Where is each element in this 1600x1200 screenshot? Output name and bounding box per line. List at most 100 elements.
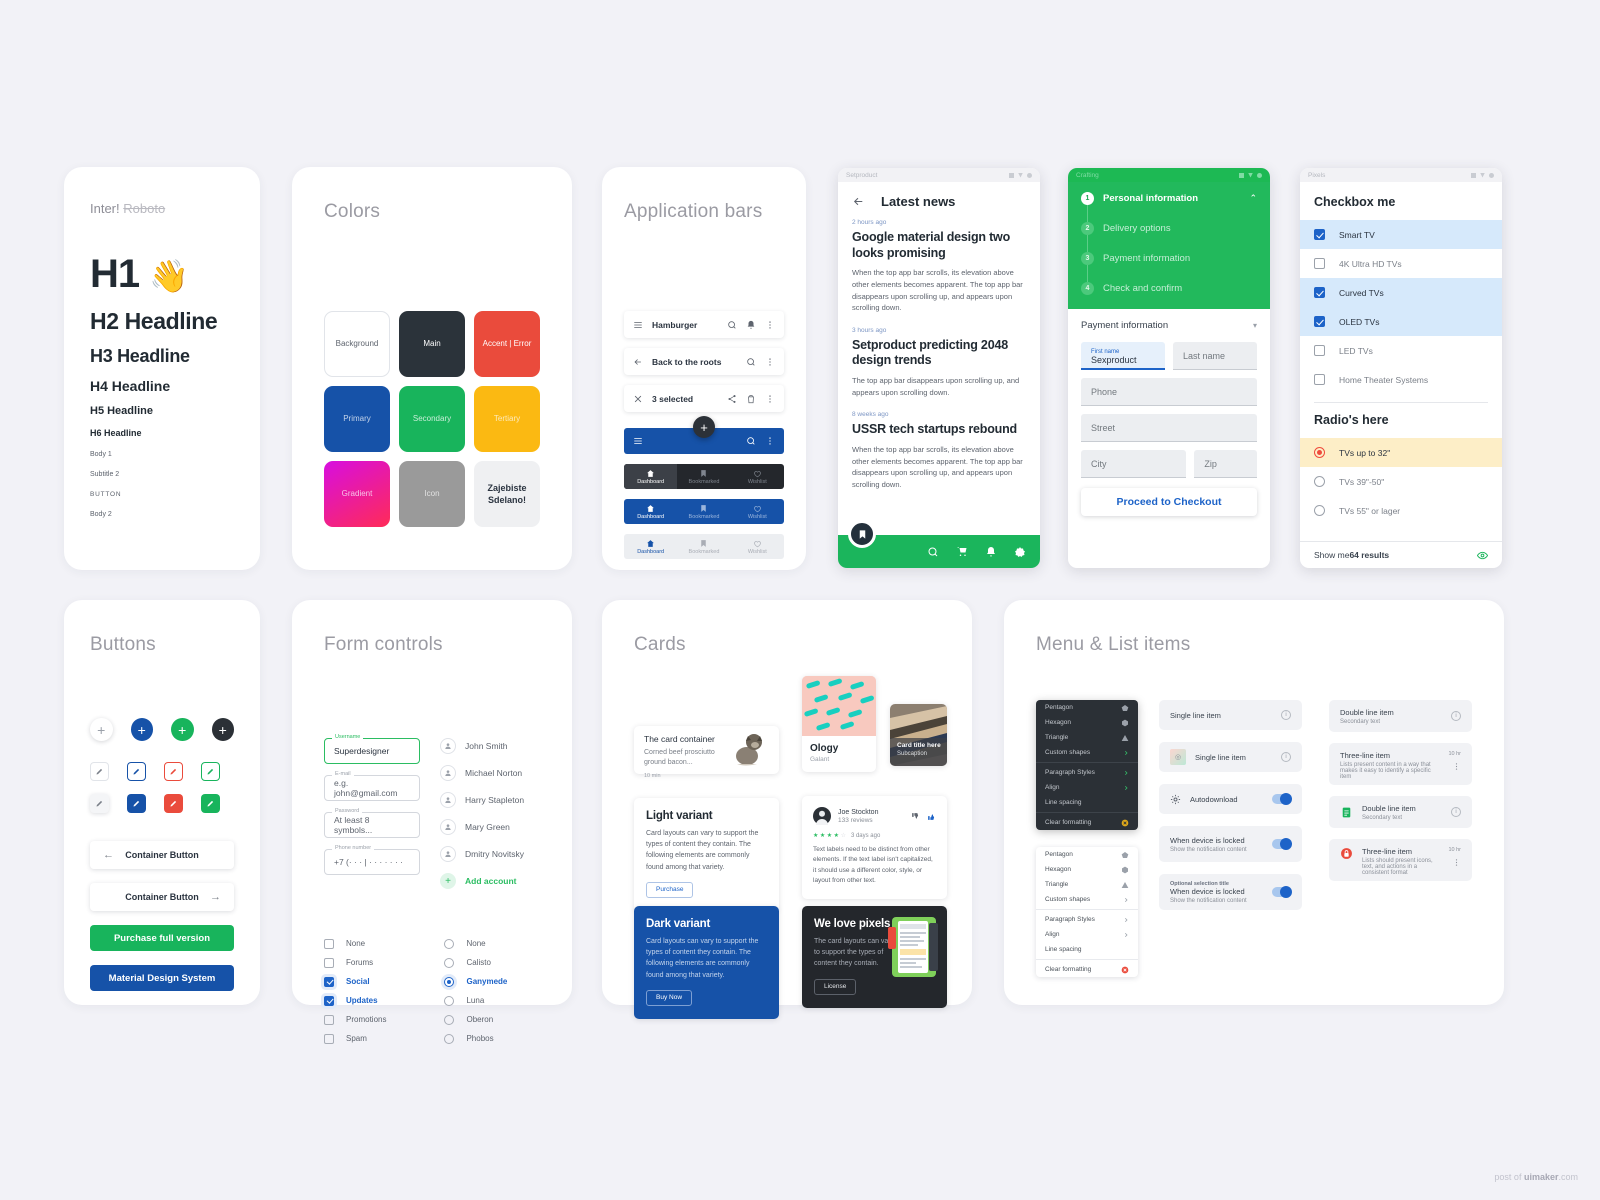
payment-section-header[interactable]: Payment information ▾ bbox=[1068, 309, 1270, 342]
search-icon[interactable] bbox=[727, 320, 737, 330]
radio-icon[interactable] bbox=[1314, 476, 1325, 487]
menu-item-pentagon[interactable]: Pentagon bbox=[1036, 847, 1138, 862]
radio-icon[interactable] bbox=[1314, 447, 1325, 458]
nav-item-bookmarked[interactable]: Bookmarked bbox=[677, 499, 730, 524]
chevron-up-icon[interactable]: ⌃ bbox=[1249, 193, 1257, 204]
checkbox-row-1[interactable]: 4K Ultra HD TVs bbox=[1300, 249, 1502, 278]
hamburger-icon[interactable] bbox=[633, 436, 643, 446]
color-swatch-2[interactable]: Accent | Error bbox=[474, 311, 540, 377]
close-icon[interactable] bbox=[1257, 172, 1262, 178]
color-swatch-8[interactable]: Zajebiste Sdelano! bbox=[474, 461, 540, 527]
list-item-0[interactable]: Single line item i bbox=[1159, 700, 1302, 730]
icon-button-filled-0[interactable] bbox=[90, 794, 109, 813]
nav-item-wishlist[interactable]: Wishlist bbox=[731, 464, 784, 489]
account-row-4[interactable]: Dmitry Novitsky bbox=[440, 846, 540, 862]
overflow-icon[interactable] bbox=[765, 320, 775, 330]
color-swatch-1[interactable]: Main bbox=[399, 311, 465, 377]
overflow-icon[interactable] bbox=[765, 394, 775, 404]
menu-item-paragraph-styles[interactable]: Paragraph Styles bbox=[1036, 912, 1138, 927]
menu-item-custom-shapes[interactable]: Custom shapes bbox=[1036, 892, 1138, 907]
checkbox-icon[interactable] bbox=[324, 995, 334, 1006]
checkbox-icon[interactable] bbox=[1314, 316, 1325, 327]
form-field-2[interactable]: Password At least 8 symbols... bbox=[324, 808, 420, 838]
color-swatch-0[interactable]: Background bbox=[324, 311, 390, 377]
list-item-1[interactable]: ◎ Single line item i bbox=[1159, 742, 1302, 772]
checkbox-icon[interactable] bbox=[1314, 374, 1325, 385]
color-swatch-7[interactable]: Icon bbox=[399, 461, 465, 527]
window-controls[interactable] bbox=[1009, 172, 1032, 178]
pixels-card[interactable]: We love pixels The card layouts can vary… bbox=[802, 906, 947, 1008]
material-design-system-button[interactable]: Material Design System bbox=[90, 965, 234, 991]
add-account-row[interactable]: + Add account bbox=[440, 873, 540, 889]
info-icon[interactable]: i bbox=[1281, 752, 1291, 762]
radio-icon[interactable] bbox=[444, 1014, 455, 1025]
form-radio-4[interactable]: Oberon bbox=[444, 1010, 507, 1029]
fab-2[interactable]: + bbox=[171, 718, 194, 741]
list-item-2[interactable]: Autodownload bbox=[1159, 784, 1302, 814]
menu-item-line-spacing[interactable]: Line spacing bbox=[1036, 942, 1138, 957]
form-field-0[interactable]: Username Superdesigner bbox=[324, 734, 420, 764]
form-radio-5[interactable]: Phobos bbox=[444, 1029, 507, 1048]
list-item-4[interactable]: Optional selection title When device is l… bbox=[1159, 874, 1302, 910]
fab-1[interactable]: + bbox=[130, 718, 153, 741]
review-card[interactable]: Joe Stockton 133 reviews ★ ★ ★ ★ ☆ 3 days ag… bbox=[802, 796, 947, 899]
icon-button-filled-3[interactable] bbox=[201, 794, 220, 813]
checkbox-icon[interactable] bbox=[324, 938, 334, 949]
nav-item-dashboard[interactable]: Dashboard bbox=[624, 464, 678, 489]
maximize-icon[interactable] bbox=[1480, 172, 1485, 178]
form-field-1[interactable]: E-mail e.g. john@gmail.com bbox=[324, 771, 420, 801]
chevron-down-icon[interactable]: ▾ bbox=[1253, 321, 1257, 330]
icon-button-outlined-1[interactable] bbox=[127, 762, 146, 781]
news-article-0[interactable]: 2 hours ago Google material design two l… bbox=[852, 219, 1026, 314]
icon-button-outlined-0[interactable] bbox=[90, 762, 109, 781]
account-row-2[interactable]: Harry Stapleton bbox=[440, 792, 540, 808]
ology-card[interactable]: Ology Galant bbox=[802, 676, 876, 772]
checkbox-row-0[interactable]: Smart TV bbox=[1300, 220, 1502, 249]
overflow-icon[interactable] bbox=[765, 436, 775, 446]
radio-row-2[interactable]: TVs 55" or lager bbox=[1300, 496, 1502, 525]
checkbox-icon[interactable] bbox=[1314, 258, 1325, 269]
purchase-full-version-button[interactable]: Purchase full version bbox=[90, 925, 234, 951]
menu-item-align[interactable]: Align bbox=[1036, 927, 1138, 942]
checkout-step-3[interactable]: 3 Payment information bbox=[1081, 252, 1257, 265]
container-button-forward[interactable]: Container Button → bbox=[90, 883, 234, 911]
icon-button-filled-2[interactable] bbox=[164, 794, 183, 813]
form-checkbox-2[interactable]: Social bbox=[324, 972, 386, 991]
close-icon[interactable] bbox=[1027, 172, 1032, 178]
menu-item-pentagon[interactable]: Pentagon bbox=[1036, 700, 1138, 715]
menu-item-clear-formatting[interactable]: Clear formatting bbox=[1036, 815, 1138, 830]
checkout-step-4[interactable]: 4 Check and confirm bbox=[1081, 282, 1257, 295]
radio-icon[interactable] bbox=[444, 995, 455, 1006]
menu-item-hexagon[interactable]: Hexagon bbox=[1036, 862, 1138, 877]
radio-row-0[interactable]: TVs up to 32" bbox=[1300, 438, 1502, 467]
info-icon[interactable]: i bbox=[1451, 711, 1461, 721]
menu-item-triangle[interactable]: Triangle bbox=[1036, 877, 1138, 892]
news-article-1[interactable]: 3 hours ago Setproduct predicting 2048 d… bbox=[852, 327, 1026, 399]
form-radio-2[interactable]: Ganymede bbox=[444, 972, 507, 991]
form-checkbox-4[interactable]: Promotions bbox=[324, 1010, 386, 1029]
checkbox-row-3[interactable]: OLED TVs bbox=[1300, 307, 1502, 336]
toggle-switch[interactable] bbox=[1272, 838, 1292, 850]
list-item-3[interactable]: When device is locked Show the notificati… bbox=[1159, 826, 1302, 862]
buy-now-button[interactable]: Buy Now bbox=[646, 989, 693, 1006]
radio-icon[interactable] bbox=[444, 976, 455, 987]
search-icon[interactable] bbox=[927, 546, 939, 558]
fab-3[interactable]: + bbox=[211, 718, 234, 741]
menu-item-paragraph-styles[interactable]: Paragraph Styles bbox=[1036, 765, 1138, 780]
color-swatch-5[interactable]: Tertiary bbox=[474, 386, 540, 452]
dark-variant-card[interactable]: Dark variant Card layouts can vary to su… bbox=[634, 906, 779, 1019]
maximize-icon[interactable] bbox=[1018, 172, 1023, 178]
nav-item-dashboard[interactable]: Dashboard bbox=[624, 499, 677, 524]
form-checkbox-0[interactable]: None bbox=[324, 934, 386, 953]
light-variant-card[interactable]: Light variant Card layouts can vary to s… bbox=[634, 798, 779, 911]
thumb-up-icon[interactable] bbox=[927, 812, 936, 821]
nav-item-bookmarked[interactable]: Bookmarked bbox=[677, 534, 730, 559]
form-checkbox-3[interactable]: Updates bbox=[324, 991, 386, 1010]
menu-item-align[interactable]: Align bbox=[1036, 780, 1138, 795]
last-name-field[interactable]: Last name bbox=[1173, 342, 1257, 370]
overflow-icon[interactable] bbox=[1452, 762, 1461, 771]
container-card[interactable]: The card container Corned beef prosciutt… bbox=[634, 726, 779, 779]
maximize-icon[interactable] bbox=[1248, 172, 1253, 178]
radio-icon[interactable] bbox=[1314, 505, 1325, 516]
add-fab[interactable]: + bbox=[693, 416, 715, 438]
